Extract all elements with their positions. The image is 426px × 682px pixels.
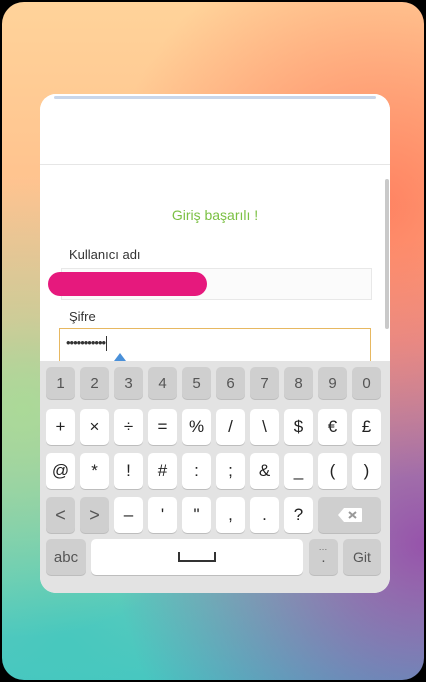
key-colon[interactable]: : (182, 453, 211, 489)
key-pound[interactable]: £ (352, 409, 381, 445)
backspace-icon (337, 508, 362, 522)
key-hash[interactable]: # (148, 453, 177, 489)
key-6[interactable]: 6 (216, 367, 245, 399)
app-window: Giriş başarılı ! Kullanıcı adı Şifre •••… (40, 94, 390, 593)
password-label: Şifre (69, 309, 96, 324)
key-7[interactable]: 7 (250, 367, 279, 399)
key-0[interactable]: 0 (352, 367, 381, 399)
on-screen-keyboard: 1 2 3 4 5 6 7 8 9 0 + × ÷ = % / \ $ € £ … (40, 361, 390, 593)
key-4[interactable]: 4 (148, 367, 177, 399)
key-ampersand[interactable]: & (250, 453, 279, 489)
key-period[interactable]: . (250, 497, 279, 533)
key-quote[interactable]: " (182, 497, 211, 533)
period-key[interactable]: … . (309, 539, 338, 575)
key-semicolon[interactable]: ; (216, 453, 245, 489)
key-apostrophe[interactable]: ' (148, 497, 177, 533)
key-slash[interactable]: / (216, 409, 245, 445)
key-multiply[interactable]: × (80, 409, 109, 445)
key-open-paren[interactable]: ( (318, 453, 347, 489)
space-key[interactable] (91, 539, 303, 575)
key-1[interactable]: 1 (46, 367, 75, 399)
key-dash[interactable]: – (114, 497, 143, 533)
key-3[interactable]: 3 (114, 367, 143, 399)
key-at[interactable]: @ (46, 453, 75, 489)
scrollbar[interactable] (385, 179, 389, 329)
backspace-key[interactable] (318, 497, 381, 533)
key-underscore[interactable]: _ (284, 453, 313, 489)
period-hint: … (318, 542, 329, 552)
key-comma[interactable]: , (216, 497, 245, 533)
key-question[interactable]: ? (284, 497, 313, 533)
cursor-right-key[interactable]: > (80, 497, 109, 533)
key-backslash[interactable]: \ (250, 409, 279, 445)
phone-screen: Giriş başarılı ! Kullanıcı adı Şifre •••… (2, 2, 424, 680)
mode-switch-key[interactable]: abc (46, 539, 86, 575)
success-message: Giriş başarılı ! (171, 207, 259, 223)
key-dollar[interactable]: $ (284, 409, 313, 445)
key-euro[interactable]: € (318, 409, 347, 445)
key-9[interactable]: 9 (318, 367, 347, 399)
key-8[interactable]: 8 (284, 367, 313, 399)
app-bar (40, 94, 390, 165)
username-label: Kullanıcı adı (69, 247, 141, 262)
key-close-paren[interactable]: ) (352, 453, 381, 489)
progress-line (54, 96, 376, 99)
key-asterisk[interactable]: * (80, 453, 109, 489)
key-5[interactable]: 5 (182, 367, 211, 399)
cursor-left-key[interactable]: < (46, 497, 75, 533)
password-field[interactable]: ••••••••••• (59, 328, 371, 362)
go-key[interactable]: Git (343, 539, 381, 575)
space-icon (178, 552, 216, 562)
key-percent[interactable]: % (182, 409, 211, 445)
key-2[interactable]: 2 (80, 367, 109, 399)
key-divide[interactable]: ÷ (114, 409, 143, 445)
password-value: ••••••••••• (66, 335, 108, 352)
text-selection-handle[interactable] (114, 353, 126, 361)
key-exclamation[interactable]: ! (114, 453, 143, 489)
text-cursor (106, 336, 108, 352)
redacted-username (48, 272, 207, 296)
key-equals[interactable]: = (148, 409, 177, 445)
key-plus[interactable]: + (46, 409, 75, 445)
